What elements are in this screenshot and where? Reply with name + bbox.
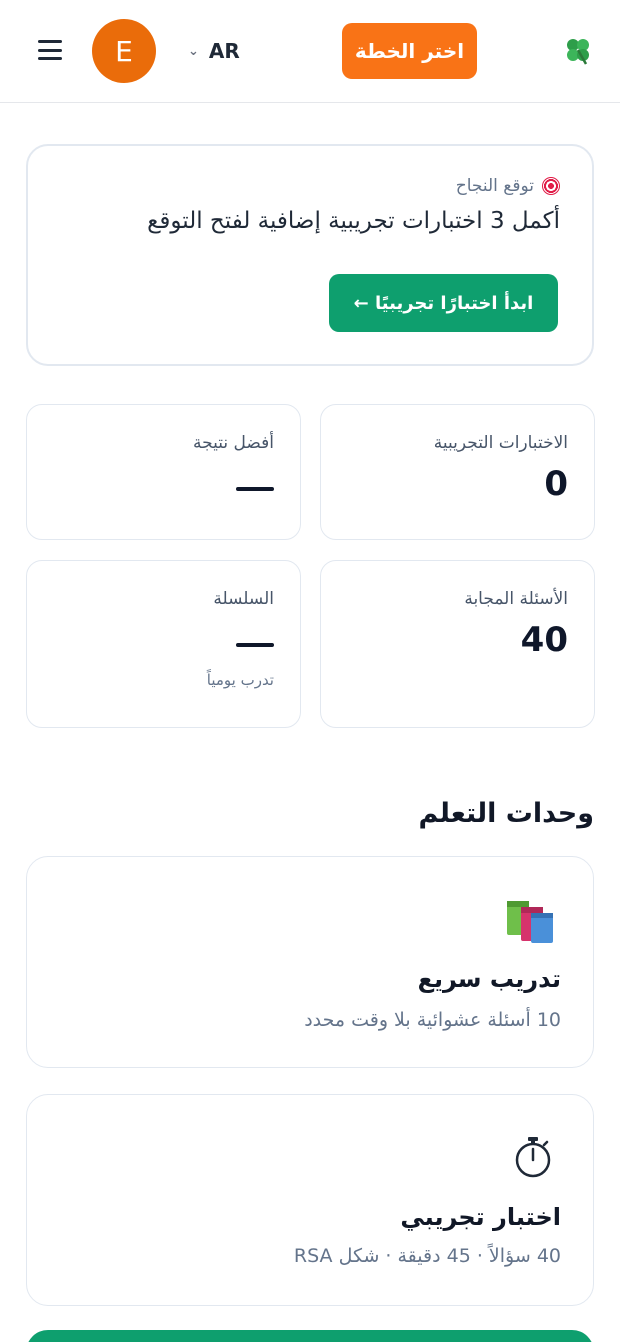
success-prediction-card: توقع النجاح أكمل 3 اختبارات تجريبية إضاف… bbox=[26, 144, 594, 366]
four-leaf-clover-icon[interactable] bbox=[562, 34, 594, 66]
choose-plan-button[interactable]: اختر الخطة bbox=[342, 23, 477, 79]
stat-card-practice-tests: الاختبارات التجريبية 0 bbox=[320, 404, 595, 540]
module-description: 40 سؤالاً · 45 دقيقة · شكل RSA bbox=[293, 1245, 561, 1267]
books-icon bbox=[507, 901, 553, 943]
app-page: E ⌄ AR اختر الخطة توقع النجاح أكمل 3 اخت… bbox=[0, 0, 620, 1342]
stat-label: أفضل نتيجة bbox=[193, 433, 274, 453]
empty-value-dash bbox=[236, 487, 274, 491]
next-module-card-edge[interactable] bbox=[26, 1330, 594, 1342]
module-title: اختبار تجريبي bbox=[400, 1203, 561, 1231]
stat-value: 0 bbox=[544, 464, 568, 504]
avatar[interactable]: E bbox=[92, 19, 156, 83]
stat-label: الأسئلة المجابة bbox=[464, 589, 568, 609]
prediction-text: أكمل 3 اختبارات تجريبية إضافية لفتح التو… bbox=[147, 208, 560, 234]
stat-value: 40 bbox=[520, 620, 568, 660]
hamburger-menu-icon[interactable] bbox=[36, 38, 64, 62]
learning-units-title: وحدات التعلم bbox=[418, 798, 594, 829]
stat-label: الاختبارات التجريبية bbox=[433, 433, 568, 453]
language-selector[interactable]: ⌄ AR bbox=[188, 36, 240, 66]
language-label: AR bbox=[208, 39, 240, 63]
stopwatch-icon bbox=[515, 1137, 551, 1178]
stat-card-answered-questions: الأسئلة المجابة 40 bbox=[320, 560, 595, 728]
stat-label: السلسلة bbox=[213, 589, 274, 609]
chevron-down-icon: ⌄ bbox=[188, 43, 199, 59]
prediction-label: توقع النجاح bbox=[455, 176, 534, 196]
empty-value-dash bbox=[236, 643, 274, 647]
module-description: 10 أسئلة عشوائية بلا وقت محدد bbox=[304, 1009, 561, 1031]
prediction-label-row: توقع النجاح bbox=[60, 176, 560, 196]
stat-card-streak: السلسلة تدرب يومياً bbox=[26, 560, 301, 728]
module-card-practice-test[interactable]: اختبار تجريبي 40 سؤالاً · 45 دقيقة · شكل… bbox=[26, 1094, 594, 1306]
avatar-letter: E bbox=[115, 34, 133, 68]
top-header: E ⌄ AR اختر الخطة bbox=[0, 0, 620, 103]
target-icon bbox=[542, 177, 560, 195]
module-card-quick-practice[interactable]: تدريب سريع 10 أسئلة عشوائية بلا وقت محدد bbox=[26, 856, 594, 1068]
stat-card-best-score: أفضل نتيجة bbox=[26, 404, 301, 540]
stat-subtext: تدرب يومياً bbox=[206, 671, 274, 689]
module-title: تدريب سريع bbox=[417, 965, 561, 993]
start-practice-test-button[interactable]: ابدأ اختبارًا تجريبيًا ← bbox=[329, 274, 558, 332]
